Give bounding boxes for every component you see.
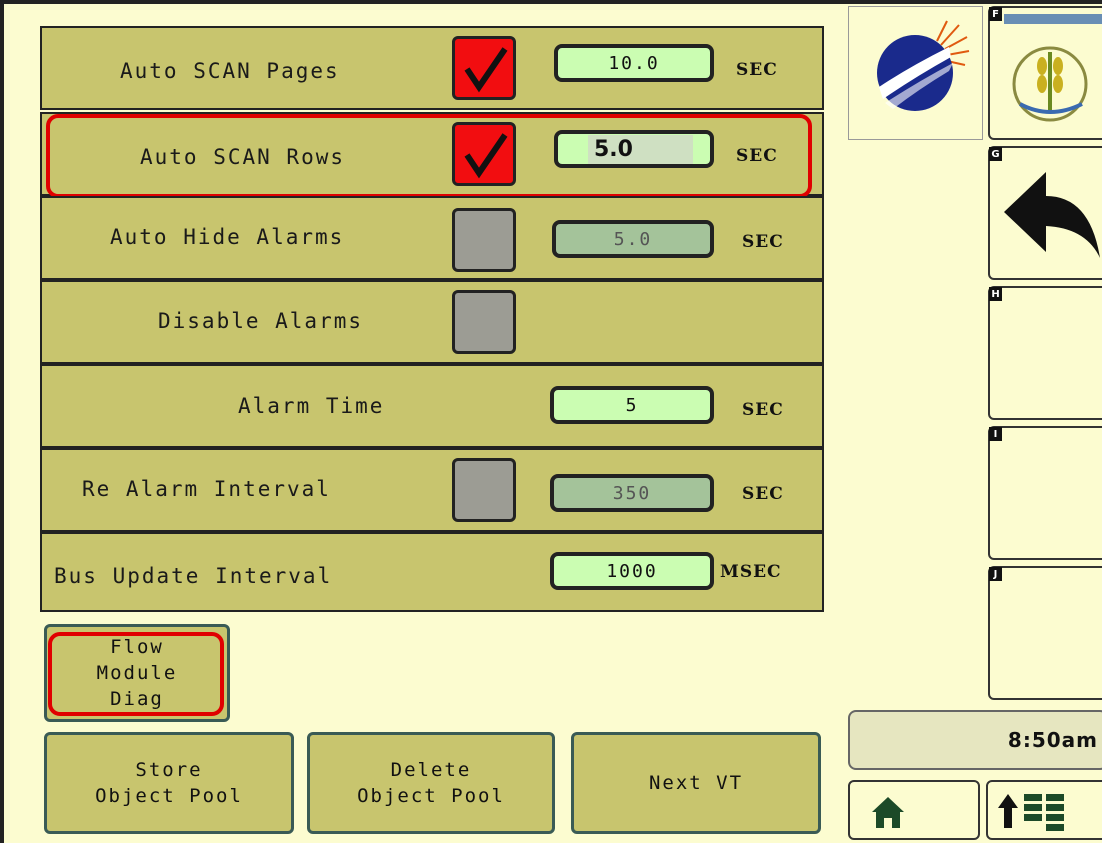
frame-top bbox=[0, 0, 1102, 4]
auto-scan-rows-checkbox[interactable] bbox=[452, 122, 516, 186]
frame-left bbox=[0, 0, 4, 843]
back-arrow-icon bbox=[1004, 172, 1100, 258]
re-alarm-interval-checkbox[interactable] bbox=[452, 458, 516, 522]
delete-object-pool-button[interactable]: Delete Object Pool bbox=[307, 732, 555, 834]
button-label-line: Object Pool bbox=[357, 785, 505, 807]
auto-hide-alarms-input[interactable]: 5.0 bbox=[552, 220, 714, 258]
auto-scan-rows-input[interactable]: 5.0 bbox=[554, 130, 714, 168]
next-vt-button[interactable]: Next VT bbox=[571, 732, 821, 834]
re-alarm-interval-input[interactable]: 350 bbox=[550, 474, 714, 512]
disable-alarms-checkbox[interactable] bbox=[452, 290, 516, 354]
setting-row-auto-scan-rows: Auto SCAN Rows 5.0 SEC bbox=[40, 112, 824, 196]
setting-row-bus-update-interval: Bus Update Interval 1000 MSEC bbox=[40, 532, 824, 612]
alarm-time-input[interactable]: 5 bbox=[550, 386, 714, 424]
key-letter: J bbox=[989, 567, 1002, 581]
unit-label: SEC bbox=[742, 232, 784, 252]
setting-row-re-alarm-interval: Re Alarm Interval 350 SEC bbox=[40, 448, 824, 532]
flow-module-diag-button[interactable]: Flow Module Diag bbox=[44, 624, 230, 722]
key-letter: G bbox=[989, 147, 1002, 161]
clock-display: 8:50am bbox=[848, 710, 1102, 770]
unit-label: SEC bbox=[736, 146, 778, 166]
crop-logo-icon bbox=[1004, 14, 1102, 122]
globe-logo-icon bbox=[877, 20, 970, 111]
setting-label: Auto SCAN Rows bbox=[140, 145, 346, 169]
checkmark-icon bbox=[464, 133, 508, 179]
button-label-line: Object Pool bbox=[95, 785, 243, 807]
home-button[interactable] bbox=[848, 780, 980, 840]
field-value: 5.0 bbox=[588, 134, 693, 164]
key-letter: F bbox=[989, 7, 1002, 21]
setting-label: Alarm Time bbox=[238, 394, 385, 418]
button-label-line: Store bbox=[135, 759, 203, 781]
setting-label: Auto Hide Alarms bbox=[110, 225, 345, 249]
auto-scan-pages-input[interactable]: 10.0 bbox=[554, 44, 714, 82]
auto-hide-alarms-checkbox[interactable] bbox=[452, 208, 516, 272]
unit-label: MSEC bbox=[720, 562, 782, 582]
setting-label: Re Alarm Interval bbox=[82, 477, 331, 501]
setting-row-auto-scan-pages: Auto SCAN Pages 10.0 SEC bbox=[40, 26, 824, 110]
key-letter: H bbox=[989, 287, 1002, 301]
button-label-line: Diag bbox=[110, 688, 164, 710]
unit-label: SEC bbox=[742, 484, 784, 504]
home-icon bbox=[872, 797, 904, 828]
key-letter: I bbox=[989, 427, 1002, 441]
logo bbox=[848, 6, 983, 140]
button-label-line: Flow bbox=[110, 636, 164, 658]
setting-label: Disable Alarms bbox=[158, 309, 364, 333]
time-text: 8:50am bbox=[1007, 728, 1098, 752]
button-label-line: Module bbox=[96, 662, 178, 684]
unit-label: SEC bbox=[742, 400, 784, 420]
unit-label: SEC bbox=[736, 60, 778, 80]
setting-label: Auto SCAN Pages bbox=[120, 59, 340, 83]
soft-key-f[interactable]: F bbox=[988, 6, 1102, 140]
checkmark-icon bbox=[464, 47, 508, 93]
auto-scan-pages-checkbox[interactable] bbox=[452, 36, 516, 100]
bus-update-interval-input[interactable]: 1000 bbox=[550, 552, 714, 590]
soft-key-h[interactable]: H bbox=[988, 286, 1102, 420]
soft-key-j[interactable]: J bbox=[988, 566, 1102, 700]
soft-key-i[interactable]: I bbox=[988, 426, 1102, 560]
soft-key-g[interactable]: G bbox=[988, 146, 1102, 280]
button-label-line: Delete bbox=[390, 759, 472, 781]
store-object-pool-button[interactable]: Store Object Pool bbox=[44, 732, 294, 834]
setting-row-alarm-time: Alarm Time 5 SEC bbox=[40, 364, 824, 448]
setting-label: Bus Update Interval bbox=[54, 564, 333, 588]
button-label: Next VT bbox=[648, 772, 744, 794]
menu-button[interactable] bbox=[986, 780, 1102, 840]
up-arrow-grid-icon bbox=[998, 794, 1064, 831]
setting-row-auto-hide-alarms: Auto Hide Alarms 5.0 SEC bbox=[40, 196, 824, 280]
setting-row-disable-alarms: Disable Alarms bbox=[40, 280, 824, 364]
